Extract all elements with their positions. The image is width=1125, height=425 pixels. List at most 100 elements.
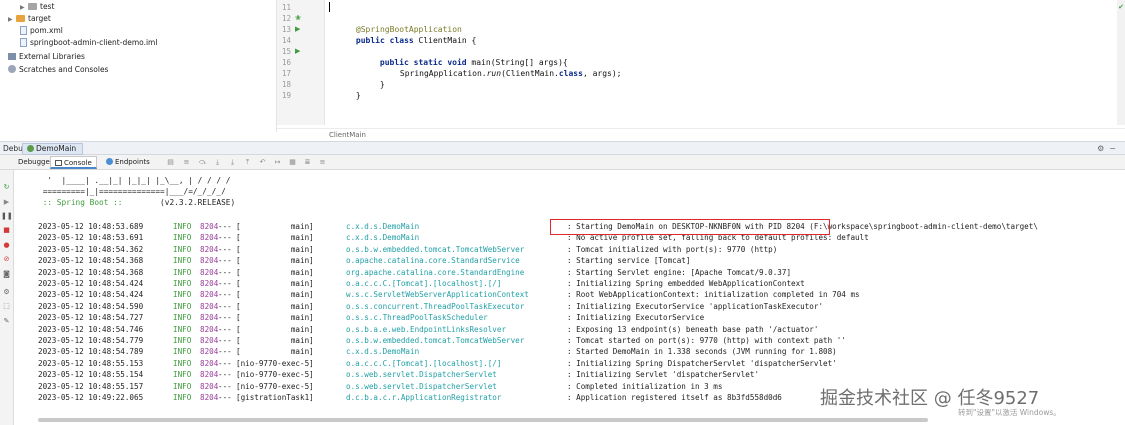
log-thread: [ main]	[236, 336, 314, 345]
log-time: 2023-05-12 10:48:53.689	[38, 222, 144, 231]
tree-item-label: test	[40, 2, 55, 11]
tree-item-label: Scratches and Consoles	[19, 65, 109, 74]
debug-tool-window-header: Debug: DemoMain ⚙−	[0, 141, 1125, 155]
code-token: , args);	[582, 69, 622, 78]
editor-marker-strip: ✔	[1117, 0, 1125, 125]
log-level: INFO	[173, 233, 192, 243]
code-editor[interactable]: 11 12 13 14 15 16 17 18 19 ❀ ▶ ▶ @Spring…	[277, 0, 1125, 141]
line-number: 18	[281, 80, 291, 89]
run-gutter-icon[interactable]: ▶	[295, 47, 303, 55]
tab-label: Console	[64, 159, 92, 167]
camera-icon[interactable]: ◙	[1, 269, 12, 280]
tree-item-label: target	[28, 14, 51, 23]
settings-icon[interactable]: ⚙	[1, 287, 12, 298]
bug-icon	[27, 145, 34, 152]
stop-icon[interactable]: ■	[1, 225, 12, 236]
log-message: : Starting Servlet engine: [Apache Tomca…	[567, 267, 792, 277]
line-number: 11	[281, 3, 291, 12]
line-number: 16	[281, 58, 291, 67]
log-pid: 8204	[200, 313, 219, 323]
log-time: 2023-05-12 10:48:54.424	[38, 290, 144, 300]
log-separator: ---	[218, 290, 232, 300]
log-message: : Initializing ExecutorService	[567, 313, 705, 323]
log-separator: ---	[218, 313, 232, 323]
chevron-right-icon[interactable]: ▶	[8, 14, 16, 26]
log-thread: [ main]	[236, 222, 314, 231]
code-area[interactable]: @SpringBootApplication public class Clie…	[327, 0, 1117, 125]
code-line: @SpringBootApplication	[327, 13, 462, 34]
step-into-icon[interactable]: ⤓	[212, 156, 223, 168]
gear-icon[interactable]: ⚙	[1097, 144, 1109, 153]
log-separator: ---	[218, 370, 232, 380]
run-to-cursor-icon[interactable]: ↦	[272, 156, 283, 168]
tree-item-target[interactable]: ▶ target	[8, 13, 51, 25]
header-actions: ⚙−	[1097, 142, 1121, 155]
log-level: INFO	[173, 279, 192, 288]
log-logger: o.s.s.concurrent.ThreadPoolTaskExecutor	[346, 301, 525, 311]
more-icon[interactable]: ≡	[317, 156, 328, 168]
step-over-icon[interactable]: ⤼	[197, 156, 208, 168]
tree-item-test[interactable]: ▶ test	[20, 1, 54, 13]
log-separator: ---	[218, 358, 232, 368]
log-separator: ---	[218, 279, 232, 288]
step-out-icon[interactable]: ⤒	[242, 156, 253, 168]
banner-line: ' |____| .__|_| |_|_| |_\__, | / / / /	[38, 176, 231, 185]
show-execution-point-icon[interactable]: ≡	[181, 156, 192, 168]
log-thread: [ main]	[236, 267, 314, 277]
rerun-icon[interactable]: ↻	[1, 182, 12, 193]
restore-layout-icon[interactable]: ⬚	[1, 301, 12, 312]
log-thread: [ main]	[236, 279, 314, 288]
editor-breadcrumb[interactable]: ClientMain	[277, 128, 1125, 141]
log-level: INFO	[173, 381, 192, 391]
tab-console[interactable]: Console	[50, 156, 97, 169]
run-config-label: DemoMain	[36, 144, 77, 153]
log-logger: c.x.d.s.DemoMain	[346, 347, 420, 357]
layout-icon[interactable]: ▤	[165, 156, 176, 168]
run-gutter-icon[interactable]: ▶	[295, 25, 303, 33]
log-logger: o.s.b.a.e.web.EndpointLinksResolver	[346, 324, 507, 334]
tree-item-pom[interactable]: pom.xml	[20, 25, 63, 37]
tree-item-scratches[interactable]: Scratches and Consoles	[8, 64, 108, 76]
run-config-tab[interactable]: DemoMain	[22, 143, 84, 155]
log-separator: ---	[218, 244, 232, 254]
log-time: 2023-05-12 10:48:54.368	[38, 267, 144, 277]
evaluate-icon[interactable]: ▦	[287, 156, 298, 168]
code-line: public class ClientMain {	[327, 24, 476, 45]
log-thread: [gistrationTask1]	[236, 393, 314, 402]
log-pid: 8204	[200, 301, 219, 311]
log-message: : Tomcat started on port(s): 9770 (http)…	[567, 336, 846, 345]
spring-bean-icon[interactable]: ❀	[295, 14, 303, 22]
log-pid: 8204	[200, 233, 219, 243]
log-level: INFO	[173, 370, 192, 380]
log-level: INFO	[173, 347, 192, 357]
code-token: (ClientMain.	[501, 69, 559, 78]
log-level: INFO	[173, 256, 192, 266]
view-breakpoints-icon[interactable]: ●	[1, 240, 12, 251]
resume-icon[interactable]: ▶	[1, 197, 12, 208]
project-tree-panel: ▶ test ▶ target pom.xml springboot-admin-c…	[0, 0, 277, 132]
log-logger: o.a.c.c.C.[Tomcat].[localhost].[/]	[346, 358, 502, 368]
log-time: 2023-05-12 10:48:54.424	[38, 279, 144, 288]
log-separator: ---	[218, 267, 232, 277]
tree-item-iml[interactable]: springboot-admin-client-demo.iml	[20, 37, 157, 49]
tab-endpoints[interactable]: Endpoints	[102, 156, 154, 169]
brace-token: }	[355, 91, 361, 100]
drop-frame-icon[interactable]: ↶	[257, 156, 268, 168]
log-logger: o.s.b.w.embedded.tomcat.TomcatWebServer	[346, 336, 525, 345]
log-separator: ---	[218, 336, 232, 345]
pin-icon[interactable]: ✎	[1, 316, 12, 327]
tree-item-external-libraries[interactable]: External Libraries	[8, 51, 85, 63]
line-number: 15	[281, 47, 291, 56]
force-step-into-icon[interactable]: ⤓	[227, 156, 238, 168]
debug-side-toolbar: ↻ ▶ ❚❚ ■ ● ⊘ ◙ ⚙ ⬚ ✎	[0, 170, 14, 425]
tree-item-label: External Libraries	[19, 52, 85, 61]
minimize-icon[interactable]: −	[1109, 144, 1121, 153]
line-number: 14	[281, 36, 291, 45]
trace-icon[interactable]: ≣	[302, 156, 313, 168]
inspection-ok-icon[interactable]: ✔	[1118, 3, 1124, 11]
horizontal-scrollbar[interactable]	[38, 418, 928, 422]
mute-breakpoints-icon[interactable]: ⊘	[1, 254, 12, 265]
folder-icon	[28, 3, 37, 10]
log-message: : Exposing 13 endpoint(s) beneath base p…	[567, 324, 819, 334]
pause-icon[interactable]: ❚❚	[1, 211, 13, 222]
